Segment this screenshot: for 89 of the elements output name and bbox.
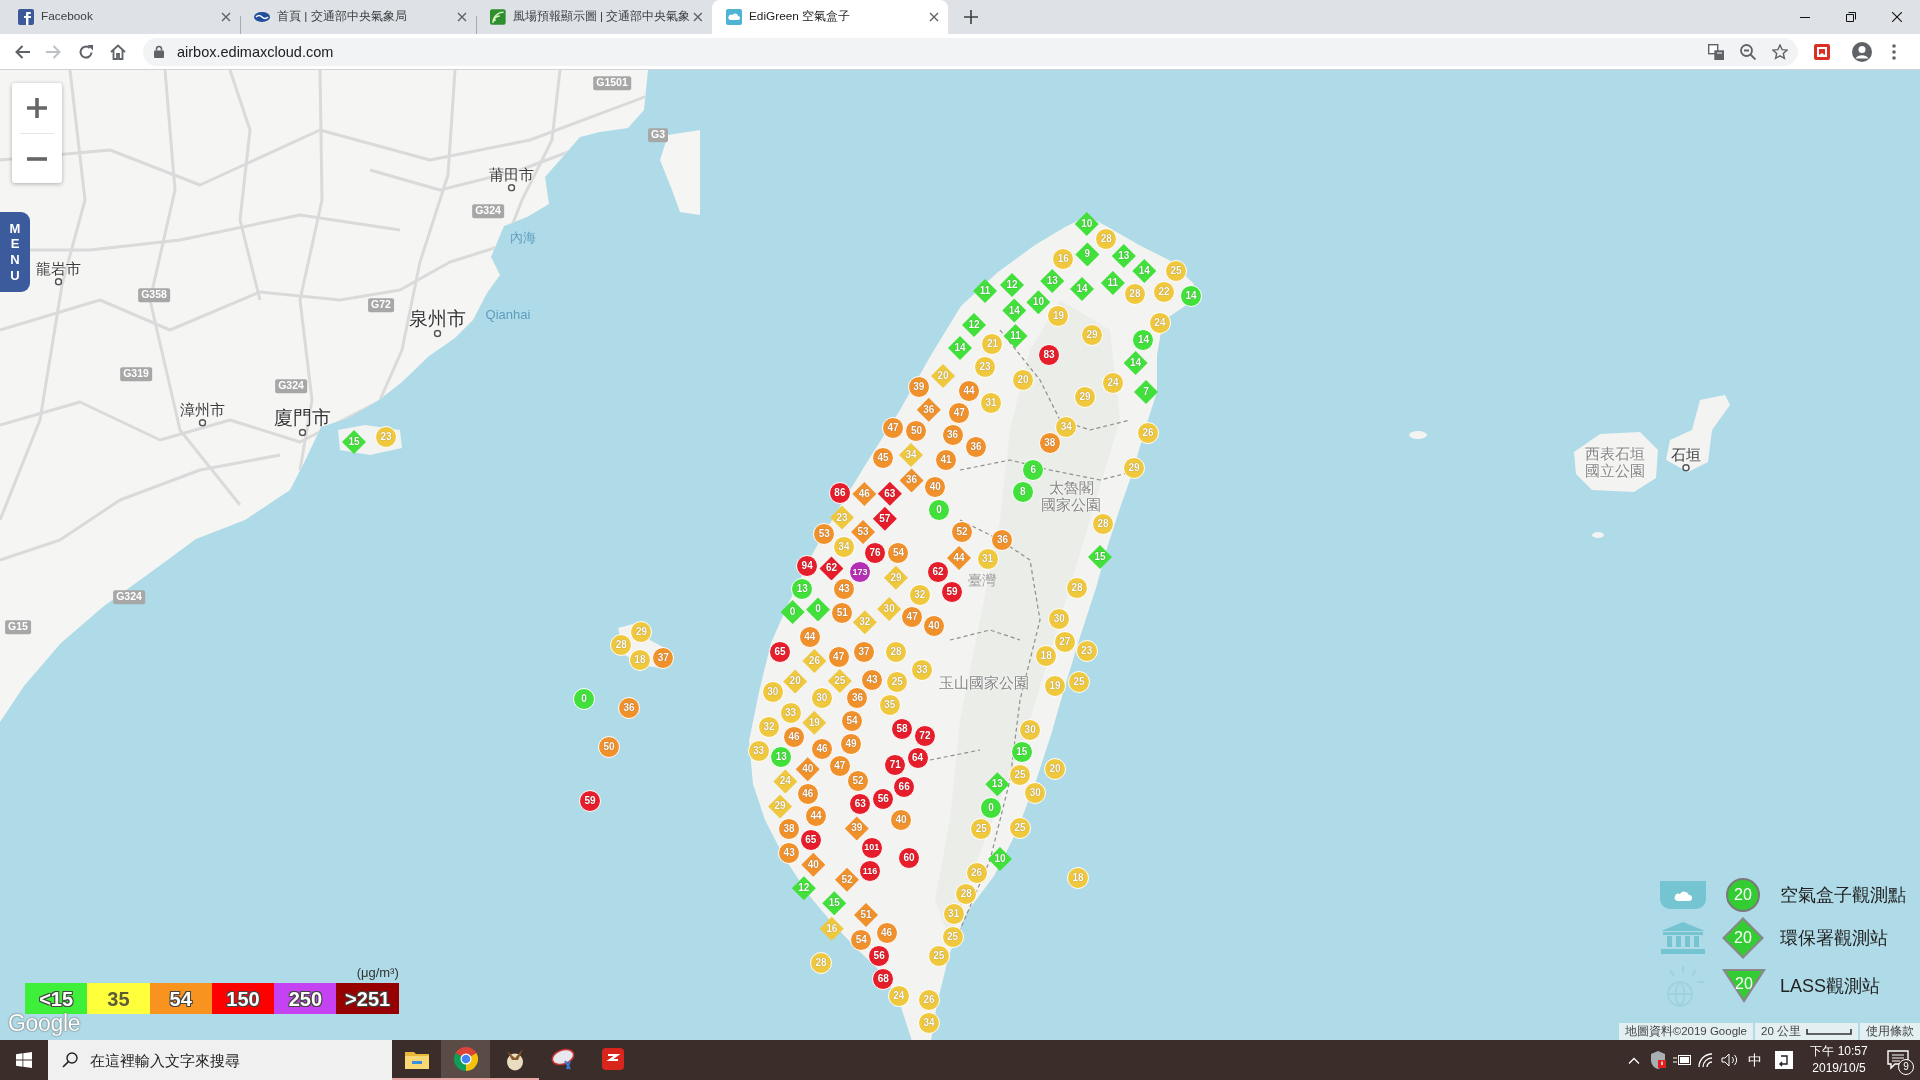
plus-icon[interactable] [964, 10, 978, 24]
restore-icon[interactable] [1846, 12, 1856, 22]
place-dot-icon [507, 183, 515, 192]
road-number: G319 [120, 367, 152, 381]
city-name: 龍岩市 [35, 260, 81, 278]
speaker-icon[interactable] [1721, 1053, 1739, 1067]
legend-label: 環保署觀測站 [1780, 926, 1889, 950]
browser-tab[interactable]: 風場預報顯示圖 | 交通部中央氣象 [476, 0, 712, 34]
windows-logo-icon[interactable] [16, 1052, 32, 1068]
reload-icon[interactable] [78, 43, 94, 60]
place-dot-icon [298, 428, 306, 437]
legend-label: 空氣盒子觀測點 [1780, 883, 1906, 907]
home-icon[interactable] [110, 43, 126, 60]
place-dot-icon [433, 329, 441, 338]
dish-icon [550, 1048, 577, 1070]
road-number: G72 [368, 298, 394, 312]
scale-step: 250 [274, 983, 337, 1014]
city-name: 廈門市 [273, 407, 331, 429]
lock-icon [154, 44, 164, 58]
park-name: 玉山國家公園 [939, 674, 1029, 692]
menu-tab[interactable]: MENU [0, 212, 30, 292]
place-dot-icon [1682, 463, 1690, 472]
region-name: 臺灣 [968, 573, 996, 589]
road-number: G15 [5, 620, 31, 634]
road-number: G358 [138, 288, 170, 302]
eye-wave-icon [254, 9, 270, 25]
browser-tab[interactable]: EdiGreen 空氣盒子 [712, 0, 948, 34]
minus-icon [27, 157, 47, 161]
place-dot-icon [54, 277, 62, 286]
scale-step: >251 [336, 983, 399, 1014]
diamond-marker-sample: 20 [1722, 917, 1764, 959]
city-name: 漳州市 [179, 401, 225, 419]
park-name: 太魯閣國家公園 [1041, 479, 1103, 513]
close-icon[interactable] [929, 12, 939, 22]
input-method-indicator[interactable]: 中 [1742, 1049, 1768, 1071]
unit-label: (μg/m³) [356, 963, 399, 982]
battery-icon[interactable] [1673, 1054, 1691, 1066]
scale-step: 150 [211, 983, 275, 1014]
round-logo-icon [453, 1047, 478, 1071]
road-number: G324 [113, 590, 145, 604]
back-icon[interactable] [14, 43, 30, 60]
close-icon[interactable] [1892, 12, 1902, 22]
minimize-icon[interactable] [1800, 16, 1810, 18]
city-name: 莆田市 [488, 166, 534, 184]
legend-label: LASS觀測站 [1780, 974, 1882, 998]
road-number: G324 [275, 379, 307, 393]
shield-icon[interactable] [1650, 1051, 1666, 1069]
road-number: G3 [648, 128, 668, 142]
building-icon [1660, 922, 1706, 954]
water-name: Qianhai [485, 307, 531, 323]
water-name: 內海 [510, 230, 536, 246]
tile-logo-icon [601, 1048, 624, 1070]
park-name: 西表石垣國立公園 [1585, 445, 1647, 479]
profile-icon[interactable] [1852, 41, 1872, 62]
scale-distance: 20 公里 [1761, 1024, 1801, 1039]
map-data-credit: 地圖資料©2019 Google [1618, 1023, 1753, 1040]
wifi-icon[interactable] [1698, 1053, 1714, 1067]
scale-step: 35 [87, 983, 150, 1014]
city-name: 泉州市 [408, 308, 466, 330]
triangle-marker-sample: 20 [1722, 969, 1766, 1003]
road-number: G1501 [593, 76, 631, 90]
search-icon [62, 1052, 78, 1068]
magnifier-icon[interactable] [1740, 43, 1756, 60]
city-name: 石垣 [1671, 446, 1701, 464]
translate-icon[interactable] [1708, 43, 1724, 60]
star-icon[interactable] [1772, 43, 1788, 60]
square-logo-icon [18, 9, 34, 25]
terms-link[interactable]: 使用條款 [1860, 1023, 1920, 1040]
place-dot-icon [198, 418, 206, 427]
scale-step: <15 [25, 983, 88, 1014]
scale-bar-icon [1806, 1028, 1852, 1035]
plus-icon [27, 98, 47, 118]
clock-date[interactable]: 2019/10/5 [1802, 1060, 1876, 1077]
more-icon[interactable] [1892, 43, 1896, 60]
cloud-tile-icon [726, 9, 742, 25]
road-number: G324 [472, 204, 504, 218]
scale-step: 54 [149, 983, 212, 1014]
arc-logo-icon [490, 9, 506, 25]
cloud-tile-icon [1660, 881, 1706, 909]
chevron-up-icon[interactable] [1628, 1056, 1640, 1064]
clock-time[interactable]: 下午 10:57 [1802, 1043, 1876, 1060]
extension-icon[interactable] [1814, 43, 1830, 60]
browser-tab[interactable]: Facebook [4, 0, 240, 34]
search-field[interactable]: 在這裡輸入文字來搜尋 [48, 1040, 392, 1080]
folder-icon [404, 1049, 429, 1069]
notification-count: 9 [1898, 1059, 1914, 1075]
browser-tab[interactable]: 首頁 | 交通部中央氣象局 [240, 0, 476, 34]
address-field[interactable]: airbox.edimaxcloud.com [143, 37, 1798, 66]
notification-icon[interactable] [1887, 1050, 1909, 1070]
